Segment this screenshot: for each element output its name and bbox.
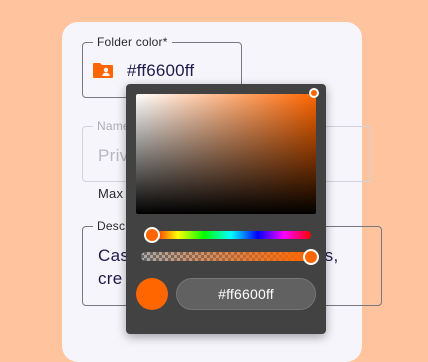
description-line1-start: Cas [98,246,130,265]
hue-slider[interactable] [151,231,311,239]
folder-color-label: Folder color* [93,35,172,49]
alpha-slider[interactable] [141,252,311,261]
name-helper-text: Max [98,186,124,201]
name-value: Priv [98,146,129,165]
alpha-gradient [141,252,311,261]
saturation-brightness-area[interactable] [136,94,316,214]
description-line2: cre [98,269,123,288]
description-label: Desc [93,219,130,233]
color-preview-swatch [136,278,168,310]
hex-input[interactable]: #ff6600ff [176,278,316,310]
hue-slider-handle[interactable] [144,227,160,243]
color-picker-popover: #ff6600ff [126,84,326,334]
folder-color-value: #ff6600ff [127,61,195,80]
saturation-brightness-handle[interactable] [309,88,319,98]
folder-person-icon [93,63,113,78]
alpha-slider-handle[interactable] [303,249,319,265]
